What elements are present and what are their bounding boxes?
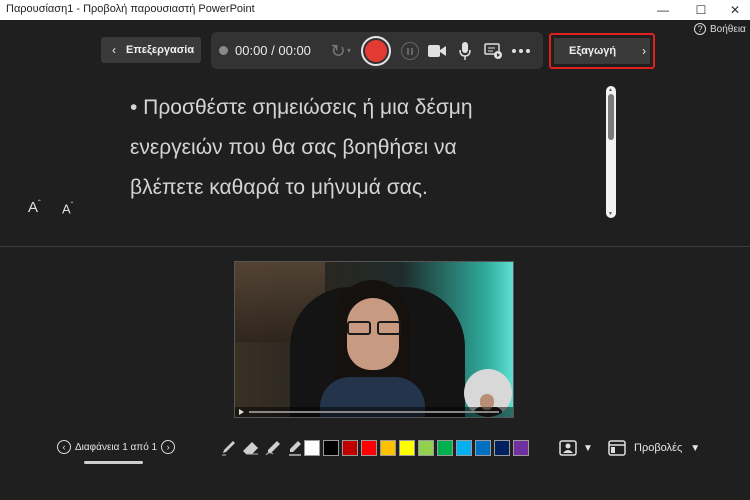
divider — [0, 246, 750, 247]
window-title: Παρουσίαση1 - Προβολή παρουσιαστή PowerP… — [6, 3, 255, 15]
help-button[interactable]: ? Βοήθεια — [694, 23, 746, 35]
edit-button[interactable]: ‹ Επεξεργασία — [101, 37, 201, 63]
pen-icon[interactable] — [221, 438, 237, 458]
views-menu[interactable]: Προβολές ▼ — [608, 440, 700, 456]
ink-tools — [221, 438, 303, 458]
notes-scrollbar[interactable]: ▲ ▼ — [606, 86, 616, 218]
speaker-notes[interactable]: • Προσθέστε σημειώσεις ή μια δέσμη ενεργ… — [130, 88, 600, 218]
replay-caret-icon[interactable]: ▾ — [347, 46, 351, 55]
export-button[interactable]: Εξαγωγή › — [549, 33, 655, 69]
help-icon: ? — [694, 23, 706, 35]
color-swatch[interactable] — [399, 440, 415, 456]
color-palette — [304, 440, 529, 456]
increase-font-button[interactable]: Aˆ — [28, 199, 41, 216]
microphone-icon[interactable] — [455, 41, 475, 61]
help-label: Βοήθεια — [710, 23, 746, 35]
chevron-left-icon: ‹ — [112, 43, 116, 57]
color-swatch[interactable] — [437, 440, 453, 456]
record-icon — [365, 40, 387, 62]
title-bar: Παρουσίαση1 - Προβολή παρουσιαστή PowerP… — [0, 0, 750, 20]
edit-label: Επεξεργασία — [126, 44, 195, 56]
chevron-right-icon: › — [642, 44, 647, 58]
recording-toolbar: 00:00 / 00:00 ↻ ▾ — [211, 32, 543, 69]
color-swatch[interactable] — [456, 440, 472, 456]
video-controls[interactable] — [235, 407, 513, 417]
color-swatch[interactable] — [380, 440, 396, 456]
next-slide-button[interactable]: › — [161, 440, 176, 454]
camera-person-icon — [559, 440, 577, 456]
slide-navigation: ‹ Διαφάνεια 1 από 1 › — [57, 440, 176, 454]
pause-button[interactable] — [401, 42, 419, 60]
marker-icon[interactable] — [287, 438, 303, 458]
camera-preview — [234, 261, 514, 418]
views-icon — [608, 440, 626, 456]
more-options-icon[interactable] — [511, 41, 531, 61]
close-button[interactable]: ✕ — [720, 0, 750, 20]
color-swatch[interactable] — [475, 440, 491, 456]
scrollbar-thumb[interactable] — [608, 94, 614, 140]
play-icon[interactable] — [239, 409, 244, 415]
eraser-icon[interactable] — [243, 438, 259, 458]
export-button-inner: Εξαγωγή › — [554, 38, 650, 64]
color-swatch[interactable] — [418, 440, 434, 456]
slide-indicator — [84, 461, 143, 464]
export-label: Εξαγωγή — [569, 45, 617, 57]
color-swatch[interactable] — [304, 440, 320, 456]
color-swatch[interactable] — [342, 440, 358, 456]
record-button[interactable] — [361, 36, 391, 66]
camera-toggle-button[interactable]: ▼ — [559, 440, 593, 456]
scroll-down-icon[interactable]: ▼ — [608, 211, 613, 217]
previous-slide-button[interactable]: ‹ — [57, 440, 71, 454]
slide-counter: Διαφάνεια 1 από 1 — [75, 441, 158, 453]
color-swatch[interactable] — [513, 440, 529, 456]
scroll-up-icon[interactable]: ▲ — [608, 87, 613, 93]
recording-status-dot — [219, 46, 228, 55]
maximize-button[interactable]: ☐ — [686, 0, 716, 20]
decrease-font-button[interactable]: Aˇ — [62, 201, 73, 216]
highlighter-icon[interactable] — [265, 438, 281, 458]
camera-icon[interactable] — [427, 41, 447, 61]
notes-line: ενεργειών που θα σας βοηθήσει να — [130, 136, 457, 159]
chevron-down-icon: ▼ — [583, 442, 593, 454]
views-label: Προβολές — [634, 442, 683, 454]
recording-time: 00:00 / 00:00 — [235, 43, 311, 58]
color-swatch[interactable] — [361, 440, 377, 456]
color-swatch[interactable] — [494, 440, 510, 456]
chevron-down-icon: ▼ — [690, 442, 701, 454]
screen-record-icon[interactable] — [483, 41, 503, 61]
color-swatch[interactable] — [323, 440, 339, 456]
minimize-button[interactable]: — — [648, 0, 678, 20]
video-progress-bar[interactable] — [249, 411, 499, 413]
notes-line: • Προσθέστε σημειώσεις ή μια δέσμη — [130, 96, 473, 119]
